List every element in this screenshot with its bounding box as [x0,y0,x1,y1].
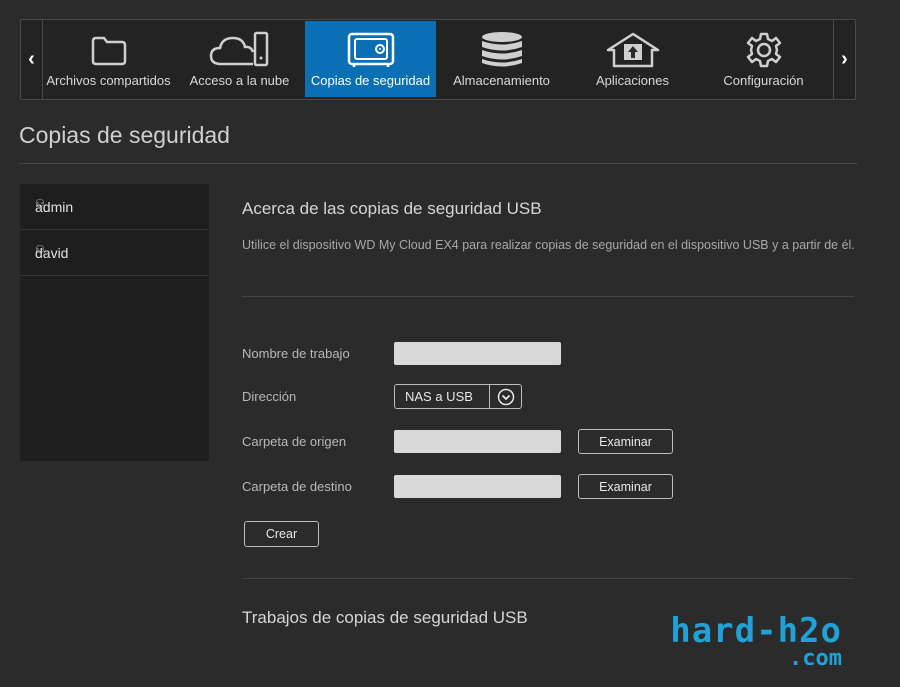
direction-value: NAS a USB [405,389,473,404]
nav-item-apps[interactable]: Aplicaciones [567,21,698,97]
section-description: Utilice el dispositivo WD My Cloud EX4 p… [242,238,855,252]
folder-icon [89,30,129,70]
nav-item-settings[interactable]: Configuración [698,21,829,97]
upload-house-icon [605,30,661,70]
nav-item-label: Archivos compartidos [46,73,171,88]
gear-icon [744,30,784,70]
chevron-down-icon[interactable] [489,385,521,408]
watermark-logo: hard-h2o .com [670,614,842,670]
divider [19,163,858,164]
section-title-about: Acerca de las copias de seguridad USB [242,199,542,218]
sidebar-item-david[interactable]: ⚇ david [20,230,209,276]
watermark-line1: hard-h2o [670,611,842,651]
job-name-input[interactable] [394,342,561,365]
dest-folder-input[interactable] [394,475,561,498]
browse-source-button[interactable]: Examinar [578,429,673,454]
database-icon [480,30,524,70]
create-button[interactable]: Crear [244,521,319,547]
user-sidebar: ⚇ admin ⚇ david [20,184,209,461]
nav-item-shares[interactable]: Archivos compartidos [43,21,174,97]
browse-dest-button[interactable]: Examinar [578,474,673,499]
nav-item-backups[interactable]: Copias de seguridad [305,21,436,97]
sidebar-item-label: admin [35,198,74,215]
nav-prev-arrow[interactable]: ‹ [21,20,43,99]
nav-item-label: Almacenamiento [453,73,550,88]
nav-item-label: Aplicaciones [596,73,669,88]
job-name-label: Nombre de trabajo [242,346,350,361]
sidebar-item-label: david [35,244,69,261]
divider [242,578,854,579]
nav-next-arrow[interactable]: › [833,20,855,99]
nav-item-label: Acceso a la nube [189,73,290,88]
top-nav: ‹ Archivos compartidos Acceso a la nube … [20,19,856,100]
nav-items: Archivos compartidos Acceso a la nube Co… [43,20,833,99]
section-title-jobs: Trabajos de copias de seguridad USB [242,608,528,627]
dest-folder-label: Carpeta de destino [242,479,352,494]
nav-item-storage[interactable]: Almacenamiento [436,21,567,97]
nav-item-cloud-access[interactable]: Acceso a la nube [174,21,305,97]
cloud-device-icon [207,30,273,70]
safe-icon [346,30,396,70]
source-folder-label: Carpeta de origen [242,434,347,449]
divider [242,296,854,297]
watermark-line2: .com [789,646,842,671]
direction-label: Dirección [242,389,297,404]
page-title: Copias de seguridad [19,122,230,148]
nav-item-label: Copias de seguridad [310,73,431,88]
nav-item-label: Configuración [723,73,804,88]
sidebar-item-admin[interactable]: ⚇ admin [20,184,209,230]
direction-select[interactable]: NAS a USB [394,384,522,409]
source-folder-input[interactable] [394,430,561,453]
